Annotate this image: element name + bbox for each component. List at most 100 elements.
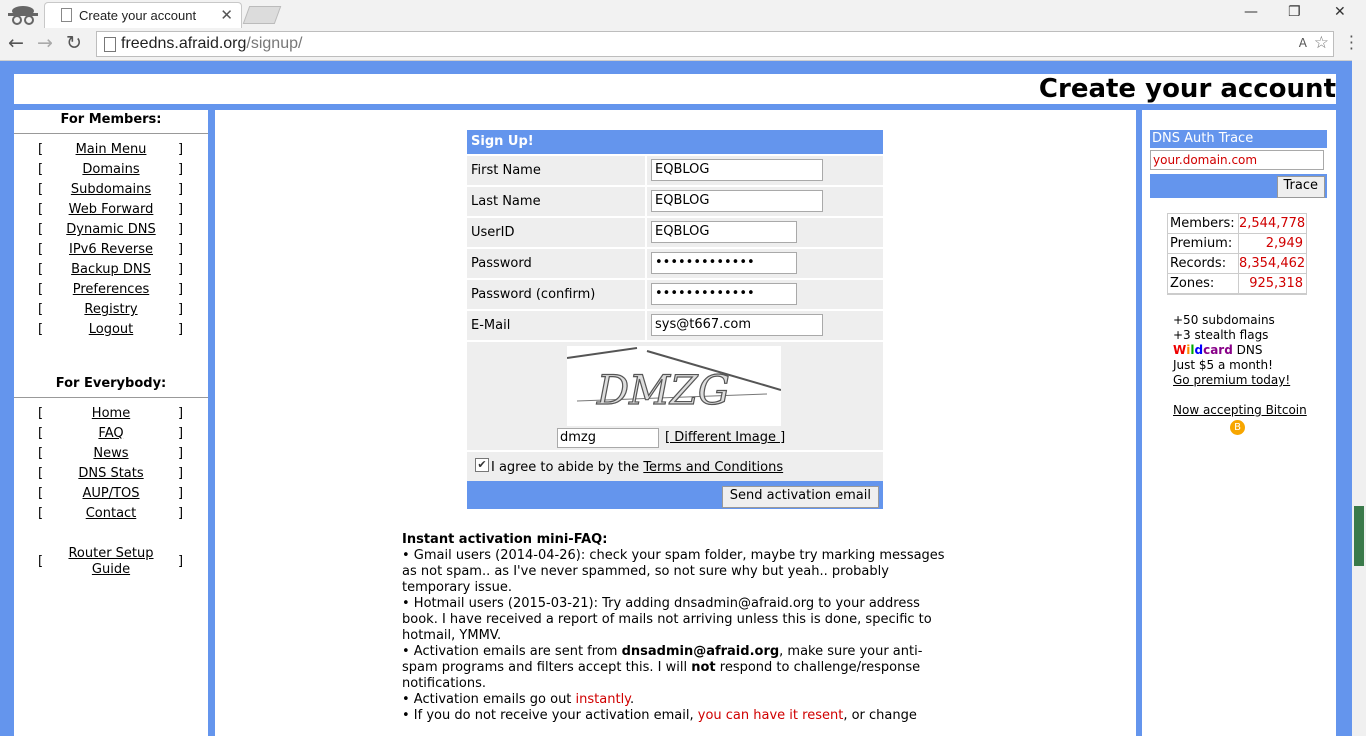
- field-row-first-name: First Name EQBLOG: [467, 154, 883, 185]
- nav-link[interactable]: Web Forward: [69, 202, 154, 217]
- premium-promo: +50 subdomains +3 stealth flags Wildcard…: [1173, 313, 1291, 388]
- nav-item-aup-tos[interactable]: [AUP/TOS]: [14, 486, 208, 506]
- nav-item-registry[interactable]: [Registry]: [14, 302, 208, 322]
- translate-icon[interactable]: A: [1299, 36, 1307, 50]
- nav-link[interactable]: Dynamic DNS: [66, 222, 155, 237]
- page-scrollbar[interactable]: [1352, 60, 1366, 736]
- page-title: Create your account: [1038, 74, 1336, 104]
- everybody-nav: [Home][FAQ][News][DNS Stats][AUP/TOS][Co…: [14, 406, 208, 526]
- nav-link[interactable]: Registry: [84, 302, 137, 317]
- nav-link[interactable]: Main Menu: [76, 142, 147, 157]
- captcha-input[interactable]: dmzg: [557, 428, 659, 448]
- address-bar[interactable]: freedns.afraid.org/signup/ A ☆: [96, 31, 1334, 57]
- members-heading: For Members:: [60, 112, 162, 127]
- nav-link[interactable]: Logout: [89, 322, 134, 337]
- terms-link[interactable]: Terms and Conditions: [643, 460, 783, 475]
- password-input[interactable]: •••••••••••••: [651, 252, 797, 274]
- different-image-link[interactable]: [ Different Image ]: [665, 430, 785, 445]
- dns-trace-bar: Trace: [1150, 174, 1327, 198]
- scrollbar-thumb[interactable]: [1354, 506, 1364, 566]
- nav-item-main-menu[interactable]: [Main Menu]: [14, 142, 208, 162]
- browser-tab-bar: Create your account ✕ — ❐ ✕: [0, 0, 1366, 28]
- nav-item-backup-dns[interactable]: [Backup DNS]: [14, 262, 208, 282]
- agree-checkbox[interactable]: ✔: [475, 458, 489, 472]
- nav-item-preferences[interactable]: [Preferences]: [14, 282, 208, 302]
- minimize-icon[interactable]: —: [1244, 4, 1258, 20]
- e-mail-input[interactable]: sys@t667.com: [651, 314, 823, 336]
- nav-link[interactable]: AUP/TOS: [82, 486, 139, 501]
- page-header: Create your account: [14, 74, 1336, 104]
- nav-link[interactable]: IPv6 Reverse: [69, 242, 153, 257]
- incognito-icon: [8, 6, 38, 25]
- nav-link[interactable]: Contact: [86, 506, 137, 521]
- password-confirm-input[interactable]: •••••••••••••: [651, 283, 797, 305]
- nav-link[interactable]: Preferences: [73, 282, 149, 297]
- stat-row-members: Members: 2,544,778: [1168, 214, 1306, 234]
- nav-item-home[interactable]: [Home]: [14, 406, 208, 426]
- dns-trace-input[interactable]: your.domain.com: [1150, 150, 1324, 170]
- nav-link[interactable]: Home: [92, 406, 130, 421]
- nav-link[interactable]: Backup DNS: [71, 262, 151, 277]
- page-info-icon[interactable]: [104, 37, 116, 52]
- browser-tab[interactable]: Create your account ✕: [44, 2, 242, 28]
- divider: [14, 133, 208, 134]
- nav-item-dynamic-dns[interactable]: [Dynamic DNS]: [14, 222, 208, 242]
- new-tab-button[interactable]: [242, 6, 282, 24]
- faq-gmail: • Gmail users (2014-04-26): check your s…: [402, 548, 945, 595]
- divider: [14, 397, 208, 398]
- bookmark-star-icon[interactable]: ☆: [1314, 33, 1329, 53]
- nav-link[interactable]: News: [93, 446, 128, 461]
- nav-link[interactable]: Subdomains: [71, 182, 151, 197]
- trace-button[interactable]: Trace: [1276, 176, 1325, 198]
- close-window-icon[interactable]: ✕: [1334, 4, 1346, 20]
- page-icon: [61, 8, 72, 22]
- nav-item-domains[interactable]: [Domains]: [14, 162, 208, 182]
- tab-title: Create your account: [79, 8, 197, 23]
- send-activation-button[interactable]: Send activation email: [721, 486, 879, 508]
- userid-input[interactable]: EQBLOG: [651, 221, 797, 243]
- nav-link[interactable]: FAQ: [98, 426, 123, 441]
- reload-icon[interactable]: ↻: [66, 32, 82, 54]
- field-label: Last Name: [471, 194, 541, 209]
- field-row-last-name: Last Name EQBLOG: [467, 185, 883, 216]
- stat-row-zones: Zones: 925,318: [1168, 274, 1306, 294]
- url-text[interactable]: freedns.afraid.org/signup/: [121, 35, 302, 53]
- menu-icon[interactable]: · · ·: [1349, 29, 1354, 57]
- captcha-image: DMZG: [567, 346, 781, 426]
- tab-close-icon[interactable]: ✕: [220, 6, 233, 24]
- agree-text: I agree to abide by the Terms and Condit…: [491, 460, 784, 475]
- agree-row: ✔ I agree to abide by the Terms and Cond…: [467, 450, 883, 481]
- field-label: UserID: [471, 225, 515, 240]
- stat-label: Premium:: [1168, 234, 1239, 254]
- resend-link[interactable]: you can have it resent: [698, 708, 844, 723]
- nav-item-news[interactable]: [News]: [14, 446, 208, 466]
- last-name-input[interactable]: EQBLOG: [651, 190, 823, 212]
- nav-item-dns-stats[interactable]: [DNS Stats]: [14, 466, 208, 486]
- nav-link[interactable]: DNS Stats: [78, 466, 143, 481]
- bitcoin-link[interactable]: Now accepting Bitcoin: [1173, 403, 1307, 417]
- maximize-icon[interactable]: ❐: [1288, 4, 1301, 20]
- forward-icon[interactable]: →: [37, 32, 53, 54]
- faq-section: Instant activation mini-FAQ: • Gmail use…: [402, 532, 952, 724]
- nav-link[interactable]: Domains: [82, 162, 139, 177]
- signup-form: Sign Up! First Name EQBLOG Last Name EQBLOG…: [467, 130, 883, 509]
- stat-value: 8,354,462: [1239, 254, 1306, 274]
- nav-item-router-setup[interactable]: [ Router Setup Guide ]: [14, 546, 208, 580]
- stat-label: Zones:: [1168, 274, 1239, 294]
- go-premium-link[interactable]: Go premium today!: [1173, 373, 1290, 388]
- nav-item-faq[interactable]: [FAQ]: [14, 426, 208, 446]
- main-content: Sign Up! First Name EQBLOG Last Name EQBLOG…: [215, 110, 1136, 736]
- nav-item-contact[interactable]: [Contact]: [14, 506, 208, 526]
- back-icon[interactable]: ←: [8, 32, 24, 54]
- nav-item-subdomains[interactable]: [Subdomains]: [14, 182, 208, 202]
- nav-item-logout[interactable]: [Logout]: [14, 322, 208, 342]
- field-row-password: Password •••••••••••••: [467, 247, 883, 278]
- stat-row-records: Records: 8,354,462: [1168, 254, 1306, 274]
- members-nav: [Main Menu][Domains][Subdomains][Web For…: [14, 142, 208, 342]
- first-name-input[interactable]: EQBLOG: [651, 159, 823, 181]
- left-sidebar: For Members: [Main Menu][Domains][Subdom…: [14, 110, 208, 736]
- nav-item-ipv6-reverse[interactable]: [IPv6 Reverse]: [14, 242, 208, 262]
- nav-item-web-forward[interactable]: [Web Forward]: [14, 202, 208, 222]
- bitcoin-icon: B: [1230, 420, 1245, 435]
- faq-hotmail: • Hotmail users (2015-03-21): Try adding…: [402, 596, 932, 643]
